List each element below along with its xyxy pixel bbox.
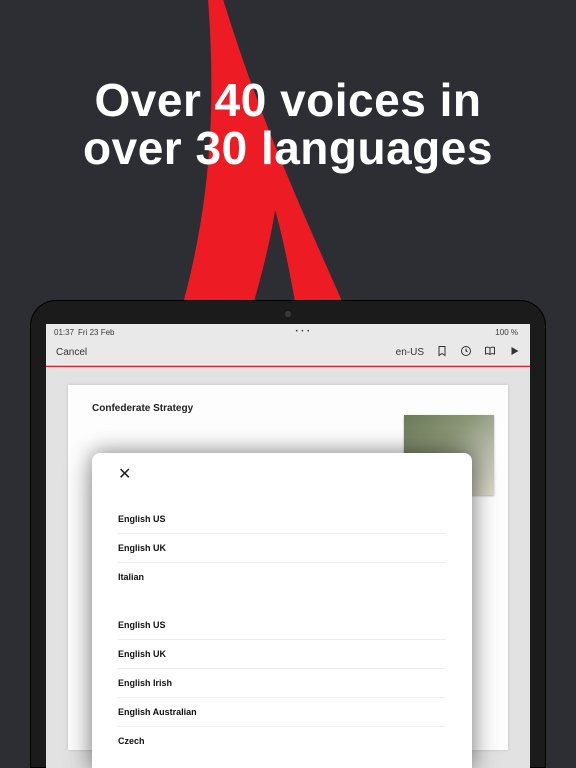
voice-group-1: English US English UK Italian xyxy=(118,505,446,591)
statusbar-center-dots: • • • xyxy=(296,329,311,335)
statusbar-date: Fri 23 Feb xyxy=(78,328,114,337)
document-area: Confederate Strategy ✕ English US Englis… xyxy=(46,367,530,768)
close-icon[interactable]: ✕ xyxy=(118,467,136,483)
voice-group-2: English US English UK English Irish Engl… xyxy=(118,611,446,755)
voice-option[interactable]: English UK xyxy=(118,640,446,669)
voice-option[interactable]: English Irish xyxy=(118,669,446,698)
ipad-screen: 01:37 Fri 23 Feb • • • 100 % Cancel en-U… xyxy=(46,324,530,768)
locale-button[interactable]: en-US xyxy=(396,347,424,358)
status-bar: 01:37 Fri 23 Feb • • • 100 % xyxy=(46,324,530,340)
cancel-button[interactable]: Cancel xyxy=(56,347,87,358)
statusbar-time: 01:37 xyxy=(54,328,74,337)
document-heading: Confederate Strategy xyxy=(92,403,484,414)
voice-option[interactable]: English US xyxy=(118,505,446,534)
voice-option[interactable]: English US xyxy=(118,611,446,640)
bookmark-icon[interactable] xyxy=(436,345,448,360)
marketing-headline: Over 40 voices in over 30 languages xyxy=(0,76,576,173)
book-icon[interactable] xyxy=(484,345,496,360)
voice-option[interactable]: English UK xyxy=(118,534,446,563)
headline-line-1: Over 40 voices in xyxy=(0,76,576,124)
headline-line-2: over 30 languages xyxy=(0,124,576,172)
app-toolbar: Cancel en-US xyxy=(46,340,530,366)
statusbar-battery: 100 % xyxy=(495,328,518,337)
ipad-frame: 01:37 Fri 23 Feb • • • 100 % Cancel en-U… xyxy=(30,300,546,768)
language-sheet: ✕ English US English UK Italian English … xyxy=(92,453,472,768)
voice-option[interactable]: Czech xyxy=(118,727,446,755)
history-icon[interactable] xyxy=(460,345,472,360)
voice-option[interactable]: English Australian xyxy=(118,698,446,727)
ipad-camera xyxy=(285,311,291,317)
play-icon[interactable] xyxy=(508,345,520,360)
voice-option[interactable]: Italian xyxy=(118,563,446,591)
